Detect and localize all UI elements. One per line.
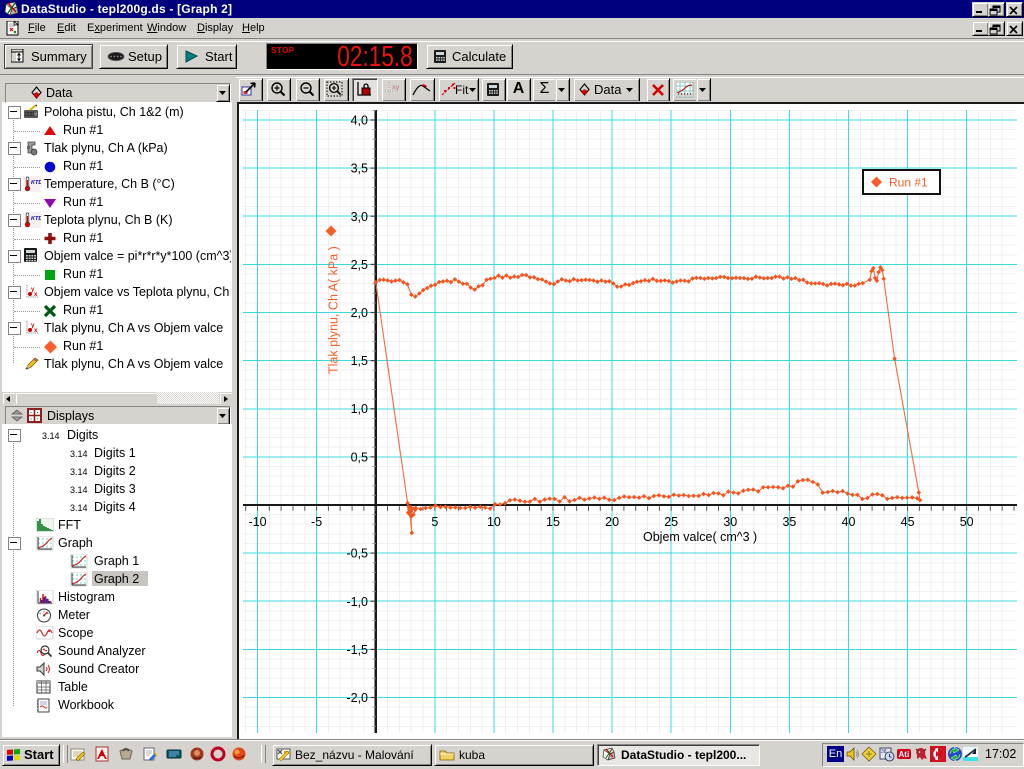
svg-text:35: 35 (782, 515, 796, 529)
svg-text:1,0: 1,0 (351, 402, 368, 416)
svg-text:3.14: 3.14 (70, 449, 88, 459)
svg-text:4,0: 4,0 (351, 114, 368, 128)
svg-text:50: 50 (960, 515, 974, 529)
svg-text:25: 25 (664, 515, 678, 529)
svg-text:-0,5: -0,5 (346, 547, 368, 561)
svg-text:1,5: 1,5 (351, 354, 368, 368)
svg-text:2,5: 2,5 (351, 258, 368, 272)
svg-text:Tlak plynu, Ch A( kPa ): Tlak plynu, Ch A( kPa ) (327, 246, 341, 374)
svg-text:45: 45 (901, 515, 915, 529)
svg-text:Run #1: Run #1 (889, 176, 928, 190)
svg-text:3.14: 3.14 (42, 431, 60, 441)
svg-text:0,5: 0,5 (351, 450, 368, 464)
svg-text:5: 5 (431, 515, 438, 529)
svg-text:40: 40 (842, 515, 856, 529)
svg-text:2,0: 2,0 (351, 306, 368, 320)
svg-text:30: 30 (723, 515, 737, 529)
svg-text:Objem valce( cm^3 ): Objem valce( cm^3 ) (643, 530, 757, 544)
svg-text:-10: -10 (248, 515, 266, 529)
svg-text:-5: -5 (311, 515, 322, 529)
svg-text:KTD: KTD (31, 180, 41, 186)
svg-text:KTD: KTD (31, 216, 41, 222)
svg-text:-1,0: -1,0 (346, 595, 368, 609)
svg-text:-2,0: -2,0 (346, 691, 368, 705)
svg-text:15: 15 (546, 515, 560, 529)
svg-text:3,0: 3,0 (351, 210, 368, 224)
svg-text:10: 10 (487, 515, 501, 529)
svg-text:xy: xy (392, 84, 400, 91)
svg-text:3,5: 3,5 (351, 162, 368, 176)
svg-text:-1,5: -1,5 (346, 643, 368, 657)
svg-text:3.14: 3.14 (70, 467, 88, 477)
svg-text:3.14: 3.14 (70, 485, 88, 495)
svg-text:20: 20 (605, 515, 619, 529)
svg-text:Ati: Ati (899, 750, 910, 759)
svg-text:3.14: 3.14 (70, 503, 88, 513)
